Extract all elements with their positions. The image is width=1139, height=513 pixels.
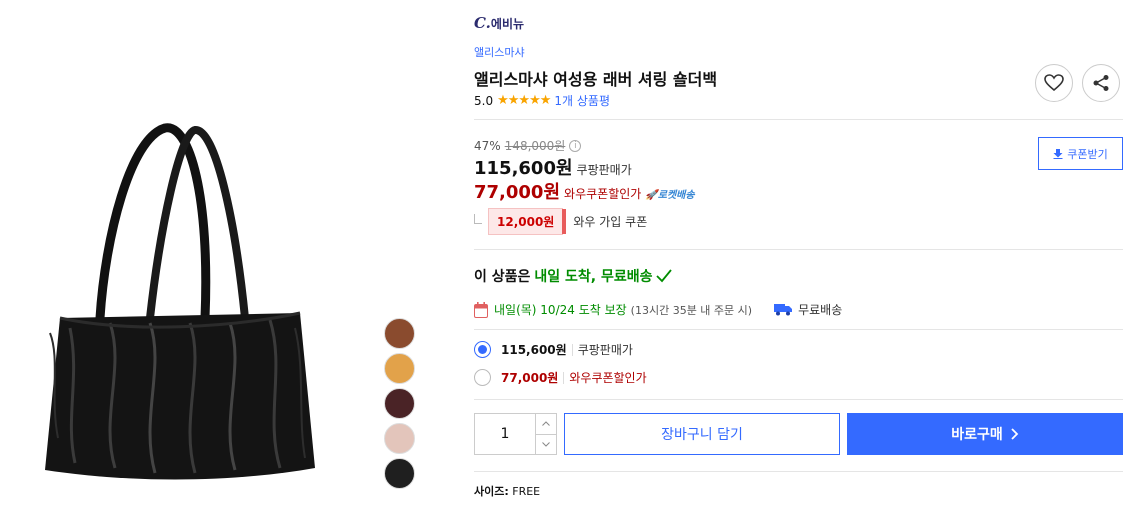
divider	[474, 119, 1123, 120]
size-key: 사이즈:	[474, 485, 509, 498]
coupon-row: 12,000원 와우 가입 쿠폰	[474, 208, 647, 235]
size-value: FREE	[512, 485, 541, 498]
download-icon	[1053, 148, 1063, 159]
sale-price-row: 115,600원 쿠팡판매가	[474, 154, 632, 180]
color-swatches	[384, 318, 416, 493]
eta-row: 내일(목) 10/24 도착 보장 (13시간 35분 내 주문 시) 무료배송	[474, 301, 842, 318]
product-main-image	[30, 118, 330, 490]
quantity-arrows	[535, 414, 556, 454]
original-price: 148,000원	[504, 139, 566, 153]
chevron-down-icon	[542, 441, 550, 447]
eta-main: 내일(목) 10/24 도착 보장	[494, 303, 627, 317]
chevron-right-icon	[1011, 428, 1019, 440]
radio-unselected[interactable]	[474, 369, 491, 386]
rocket-label: 로켓배송	[657, 190, 695, 201]
quantity-input[interactable]	[475, 414, 535, 454]
option-label: 쿠팡판매가	[577, 343, 633, 357]
rating-score: 5.0	[474, 93, 494, 108]
sale-price: 115,600원	[474, 158, 573, 179]
wishlist-button[interactable]	[1035, 64, 1073, 102]
radio-selected[interactable]	[474, 341, 491, 358]
calendar-icon	[474, 301, 488, 318]
buy-now-label: 바로구매	[951, 427, 1003, 443]
wow-price-label: 와우쿠폰할인가	[564, 187, 642, 201]
color-swatch-mustard[interactable]	[384, 353, 415, 384]
option-separator	[571, 343, 573, 356]
wow-price-row: 77,000원 와우쿠폰할인가 🚀로켓배송	[474, 178, 695, 204]
add-to-cart-button[interactable]: 장바구니 담기	[564, 413, 840, 455]
heart-icon	[1044, 74, 1064, 92]
truck-icon	[774, 304, 793, 316]
brand-logo-mark: C.	[474, 14, 491, 32]
sale-price-label: 쿠팡판매가	[576, 163, 632, 177]
color-swatch-burgundy[interactable]	[384, 388, 415, 419]
star-icon: ★	[518, 93, 530, 108]
rocket-delivery-badge: 🚀로켓배송	[645, 190, 695, 201]
buy-now-button[interactable]: 바로구매	[847, 413, 1123, 455]
color-swatch-brown[interactable]	[384, 318, 415, 349]
quantity-stepper	[474, 413, 557, 455]
coupon-amount-badge: 12,000원	[488, 208, 567, 235]
store-link[interactable]: 앨리스마샤	[474, 44, 525, 60]
size-row: 사이즈: FREE	[474, 483, 540, 499]
option-label: 와우쿠폰할인가	[569, 371, 647, 385]
color-swatch-black[interactable]	[384, 458, 415, 489]
option-price: 77,000원	[501, 371, 559, 385]
price-option-sale[interactable]: 115,600원 쿠팡판매가	[474, 341, 633, 358]
free-shipping: 무료배송	[774, 301, 842, 318]
brand-logo-text: 에비뉴	[490, 17, 525, 31]
delivery-headline-prefix: 이 상품은	[474, 269, 531, 285]
star-icon: ★	[529, 93, 541, 108]
eta-note: (13시간 35분 내 주문 시)	[630, 303, 753, 317]
quantity-up-button[interactable]	[536, 414, 556, 435]
chevron-up-icon	[542, 421, 550, 427]
share-icon	[1093, 75, 1109, 91]
product-title: 앨리스마샤 여성용 래버 셔링 숄더백	[474, 70, 718, 89]
divider	[474, 249, 1123, 250]
star-icon: ★	[507, 93, 520, 108]
divider	[474, 471, 1123, 472]
quantity-down-button[interactable]	[536, 435, 556, 455]
shipping-label: 무료배송	[798, 303, 843, 317]
price-option-wow[interactable]: 77,000원 와우쿠폰할인가	[474, 369, 647, 386]
discount-rate: 47%	[474, 138, 501, 153]
rating-row: 5.0 ★ ★ ★ ★ ★ 1개 상품평	[474, 92, 610, 109]
product-info-panel: C.에비뉴 앨리스마샤 앨리스마샤 여성용 래버 셔링 숄더백 5.0 ★ ★ ★ ★…	[474, 0, 1124, 513]
review-count-link[interactable]: 1개 상품평	[554, 92, 610, 109]
wow-price: 77,000원	[474, 182, 561, 203]
coupon-button-label: 쿠폰받기	[1067, 147, 1108, 161]
color-swatch-pink[interactable]	[384, 423, 415, 454]
option-price: 115,600원	[501, 343, 567, 357]
delivery-headline-highlight: 내일 도착, 무료배송	[534, 269, 653, 285]
checkmark-icon	[655, 269, 672, 283]
option-separator	[563, 371, 565, 384]
corner-connector	[474, 213, 482, 224]
star-rating: ★ ★ ★ ★ ★	[497, 93, 552, 108]
coupon-text: 와우 가입 쿠폰	[573, 215, 648, 229]
brand-logo[interactable]: C.에비뉴	[474, 14, 524, 32]
discount-row: 47% 148,000원 i	[474, 137, 582, 154]
delivery-headline: 이 상품은 내일 도착, 무료배송	[474, 266, 672, 286]
coupon-download-button[interactable]: 쿠폰받기	[1038, 137, 1123, 170]
divider	[474, 329, 1123, 330]
info-icon[interactable]: i	[569, 139, 582, 152]
star-icon: ★	[539, 93, 552, 108]
star-icon: ★	[497, 93, 509, 108]
divider	[474, 399, 1123, 400]
share-button[interactable]	[1082, 64, 1120, 102]
